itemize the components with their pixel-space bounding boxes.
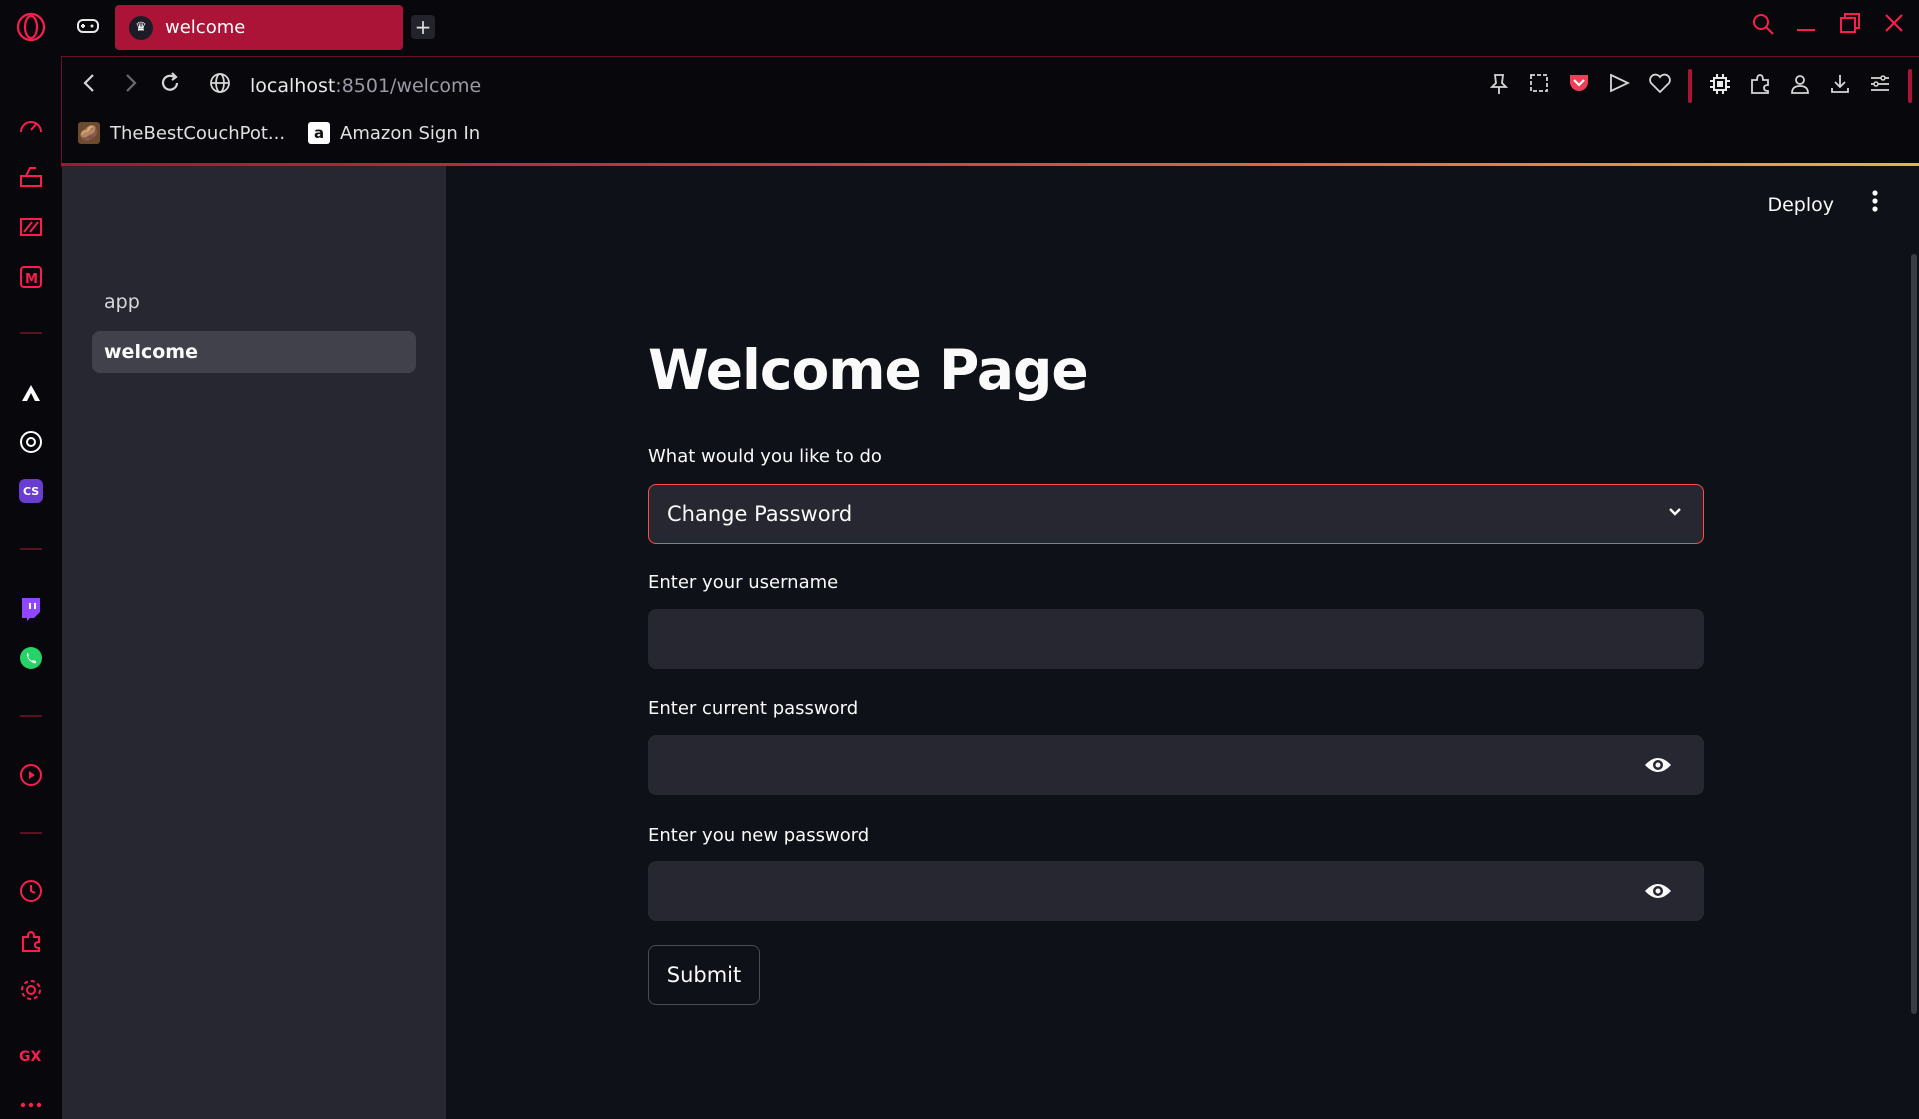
speed-dial-icon[interactable] (14, 110, 48, 144)
url-path: :8501/welcome (335, 75, 482, 97)
chatgpt-icon[interactable] (14, 425, 48, 459)
easy-setup-icon[interactable] (1868, 72, 1892, 101)
action-select-value: Change Password (667, 502, 853, 526)
download-icon[interactable] (1828, 72, 1852, 101)
cs-app-icon[interactable]: CS (14, 474, 48, 508)
settings-gear-icon[interactable] (14, 973, 48, 1007)
whatsapp-icon[interactable] (14, 641, 48, 675)
url-field[interactable]: localhost:8501/welcome (250, 75, 481, 97)
search-icon[interactable] (1751, 12, 1775, 42)
opera-logo-icon[interactable] (14, 10, 48, 44)
new-tab-button[interactable]: + (411, 15, 435, 39)
toolbar-edge-marker (1908, 69, 1912, 103)
aria-icon[interactable] (14, 376, 48, 410)
pin-icon[interactable] (1488, 72, 1510, 101)
main-content: Deploy Welcome Page What would you like … (446, 166, 1919, 1119)
svg-text:M: M (25, 272, 38, 287)
sidebar-item-label: welcome (104, 341, 198, 363)
address-bar-area: localhost:8501/welcome 🥔 TheBestCouchPot… (61, 56, 1919, 167)
show-password-eye-icon[interactable] (1642, 749, 1674, 781)
rail-divider (20, 548, 42, 550)
extensions-icon[interactable] (14, 924, 48, 958)
pocket-icon[interactable] (1568, 72, 1590, 99)
history-icon[interactable] (14, 874, 48, 908)
deploy-button[interactable]: Deploy (1767, 194, 1834, 216)
extensions-puzzle-icon[interactable] (1748, 72, 1772, 101)
twitch-icon[interactable] (14, 592, 48, 626)
gx-logo-icon[interactable]: GX (14, 1039, 48, 1073)
minimize-icon[interactable] (1795, 12, 1817, 40)
svg-text:CS: CS (23, 485, 39, 498)
username-label: Enter your username (648, 572, 839, 593)
tab-title: welcome (165, 17, 246, 38)
reload-icon[interactable] (158, 71, 182, 101)
scrollbar[interactable] (1911, 254, 1917, 1014)
bookmark-label: TheBestCouchPot... (110, 122, 286, 144)
bookmark-amazon-sign-in[interactable]: a Amazon Sign In (308, 122, 480, 144)
sidebar-item-app[interactable]: app (92, 281, 416, 323)
action-select-label: What would you like to do (648, 446, 882, 467)
rail-divider (20, 715, 42, 717)
snapshot-icon[interactable] (1528, 72, 1550, 99)
messenger-m-icon[interactable]: M (14, 260, 48, 294)
current-password-label: Enter current password (648, 698, 859, 719)
crown-icon: ♛ (129, 15, 153, 40)
gx-control-icon[interactable] (14, 160, 48, 194)
new-password-input[interactable] (648, 861, 1704, 921)
svg-text:GX: GX (19, 1049, 41, 1065)
rail-divider (20, 332, 42, 334)
gx-corner-icon[interactable] (14, 210, 48, 244)
url-host: localhost (250, 75, 336, 97)
forward-icon[interactable] (118, 71, 142, 101)
send-icon[interactable] (1608, 72, 1631, 99)
heart-icon[interactable] (1648, 72, 1672, 99)
restore-icon[interactable] (1839, 12, 1861, 40)
profile-icon[interactable] (1788, 72, 1812, 101)
globe-icon[interactable] (208, 71, 232, 101)
bookmark-label: Amazon Sign In (340, 122, 481, 144)
sidebar-item-welcome[interactable]: welcome (92, 331, 416, 373)
close-icon[interactable] (1883, 12, 1905, 40)
couch-potato-icon: 🥔 (78, 122, 100, 144)
tab-welcome[interactable]: ♛ welcome (115, 5, 403, 50)
back-icon[interactable] (78, 71, 102, 101)
amazon-icon: a (308, 122, 330, 144)
player-icon[interactable] (14, 758, 48, 792)
rail-divider (20, 832, 42, 834)
username-input[interactable] (648, 609, 1704, 669)
bookmark-thebestcouchpot[interactable]: 🥔 TheBestCouchPot... (78, 122, 285, 144)
page-title: Welcome Page (648, 338, 1089, 402)
sidebar-item-label: app (104, 291, 140, 313)
main-menu-icon[interactable] (1871, 189, 1879, 220)
show-password-eye-icon[interactable] (1642, 875, 1674, 907)
opera-gx-window: M CS GX ♛ welcome + localhost:8501/welco… (0, 0, 1919, 1119)
app-sidebar: app welcome (62, 166, 446, 1119)
action-select[interactable]: Change Password (648, 484, 1704, 544)
new-password-label: Enter you new password (648, 825, 870, 846)
more-dots-icon[interactable] (14, 1088, 48, 1119)
cpu-limiter-icon[interactable] (1708, 72, 1732, 101)
chevron-down-icon (1665, 501, 1685, 527)
submit-button[interactable]: Submit (648, 945, 760, 1005)
current-password-input[interactable] (648, 735, 1704, 795)
gamepad-icon[interactable] (76, 16, 100, 40)
sidebar-rail: M CS GX (0, 0, 61, 1119)
tab-strip: ♛ welcome + (61, 0, 1919, 56)
toolbar-separator (1688, 69, 1692, 103)
